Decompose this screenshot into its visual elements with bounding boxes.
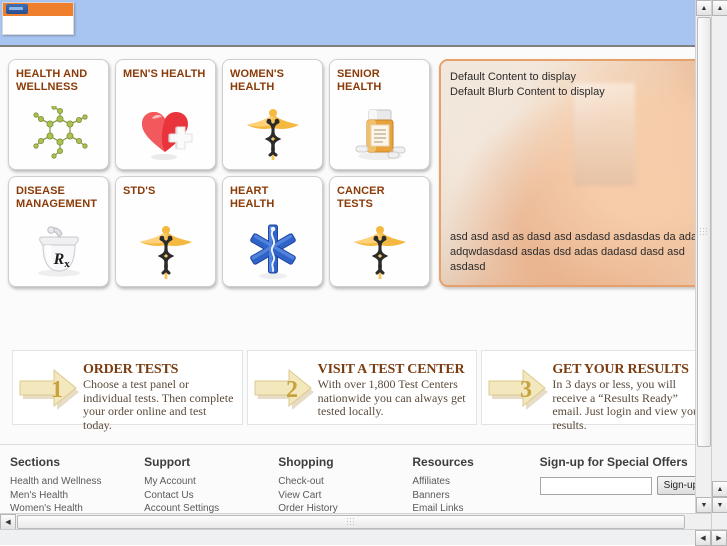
step-body: VISIT A TEST CENTER With over 1,800 Test… [318,357,471,419]
tile-womens-health[interactable]: WOMEN'S HEALTH [222,59,323,170]
step-get-results[interactable]: 3 GET YOUR RESULTS In 3 days or less, yo… [481,350,711,425]
window-horizontal-scrollbar[interactable]: ◀ ▶ [0,529,727,545]
tile-title: DISEASE MANAGEMENT [16,185,101,211]
step-arrow-icon: 1 [17,357,83,416]
logo-white-area [3,16,73,35]
footer-link[interactable]: Health and Wellness [10,475,144,489]
footer-link[interactable]: Men's Health [10,489,144,503]
tile-title: MEN'S HEALTH [123,68,208,81]
vertical-scroll-thumb[interactable] [697,17,711,447]
tile-cancer-tests[interactable]: CANCER TESTS [329,176,430,287]
browser-viewport: HEALTH AND WELLNESS [0,0,711,529]
signup-title: Sign-up for Special Offers [540,455,711,469]
scroll-grip-icon [699,227,709,237]
molecule-icon [9,103,108,165]
promo-line-1: Default Content to display [450,70,605,85]
scroll-left-button[interactable]: ◀ [0,514,16,529]
tile-title: HEALTH AND WELLNESS [16,68,101,94]
tile-disease-management[interactable]: DISEASE MANAGEMENT R x [8,176,109,287]
window-vertical-scrollbar[interactable]: ▲ ▲ ▼ [711,0,727,529]
promo-blurb-line-2: adqwdasdasd asdas dsd adas dadasd dasd a… [450,245,709,275]
step-title: GET YOUR RESULTS [552,362,705,377]
footer-divider [0,444,711,445]
pill-bottle-icon [330,103,429,165]
signup-row: Sign-up [540,476,711,495]
step-title: ORDER TESTS [83,362,236,377]
tile-senior-health[interactable]: SENIOR HEALTH [329,59,430,170]
page-horizontal-scrollbar[interactable]: ◀ [0,513,711,529]
window-scroll-right-button[interactable]: ▶ [711,530,727,546]
tile-heart-health[interactable]: HEART HEALTH [222,176,323,287]
tile-title: HEART HEALTH [230,185,315,211]
caduceus-icon [223,103,322,165]
step-number: 2 [286,377,298,403]
tile-title: STD'S [123,185,208,198]
step-number: 1 [51,377,63,403]
footer-link[interactable]: View Cart [278,489,412,503]
tile-health-and-wellness[interactable]: HEALTH AND WELLNESS [8,59,109,170]
signup-email-input[interactable] [540,477,652,495]
footer-column-title: Shopping [278,455,412,469]
footer-link[interactable]: My Account [144,475,278,489]
tile-row-1: HEALTH AND WELLNESS [8,59,432,170]
footer-link[interactable]: Affiliates [412,475,539,489]
promo-blurb: asd asd asd as dasd asd asdasd asdasdas … [450,230,709,275]
site-header [0,0,711,47]
step-order-tests[interactable]: 1 ORDER TESTS Choose a test panel or ind… [12,350,243,425]
tile-title: WOMEN'S HEALTH [230,68,315,94]
tile-stds[interactable]: STD'S [115,176,216,287]
category-tiles: HEALTH AND WELLNESS [8,59,432,293]
tile-title: CANCER TESTS [337,185,422,211]
window-scroll-up-button[interactable]: ▲ [712,0,727,16]
caduceus-icon [116,220,215,282]
step-description: With over 1,800 Test Centers nationwide … [318,378,471,419]
promo-panel[interactable]: Default Content to display Default Blurb… [439,59,711,287]
svg-text:x: x [64,258,70,270]
footer-column-title: Support [144,455,278,469]
step-description: In 3 days or less, you will receive a “R… [552,378,705,432]
tile-mens-health[interactable]: MEN'S HEALTH [115,59,216,170]
tile-title: SENIOR HEALTH [337,68,422,94]
footer-link[interactable]: Check-out [278,475,412,489]
promo-default-content: Default Content to display Default Blurb… [450,70,605,100]
step-visit-test-center[interactable]: 2 VISIT A TEST CENTER With over 1,800 Te… [247,350,478,425]
footer-column-title: Resources [412,455,539,469]
scroll-grip-icon [346,517,356,527]
horizontal-scroll-thumb[interactable] [17,515,685,529]
svg-text:R: R [52,251,64,268]
footer-column-title: Sections [10,455,144,469]
step-arrow-icon: 3 [486,357,552,416]
caduceus-icon [330,220,429,282]
footer-link[interactable]: Contact Us [144,489,278,503]
step-body: ORDER TESTS Choose a test panel or indiv… [83,357,236,432]
step-arrow-icon: 2 [252,357,318,416]
scroll-up-button[interactable]: ▲ [696,0,711,16]
footer-link[interactable]: Banners [412,489,539,503]
step-title: VISIT A TEST CENTER [318,362,471,377]
mortar-pestle-rx-icon: R x [9,220,108,282]
tile-row-2: DISEASE MANAGEMENT R x [8,176,432,287]
promo-blurb-line-1: asd asd asd as dasd asd asdasd asdasdas … [450,230,709,245]
logo-mark-icon [6,4,28,14]
star-of-life-icon [223,220,322,282]
page-content: HEALTH AND WELLNESS [0,47,711,529]
window-scroll-down-button[interactable]: ▼ [712,497,727,513]
step-body: GET YOUR RESULTS In 3 days or less, you … [552,357,705,432]
window-scroll-up-2-button[interactable]: ▲ [712,481,727,497]
page-vertical-scrollbar[interactable]: ▲ ▼ [695,0,711,529]
step-description: Choose a test panel or individual tests.… [83,378,236,432]
scroll-down-button[interactable]: ▼ [696,497,711,513]
heart-cross-icon [116,103,215,165]
site-logo[interactable] [2,2,74,35]
promo-line-2: Default Blurb Content to display [450,85,605,100]
step-number: 3 [520,377,532,403]
logo-orange-bar [3,3,73,16]
window-scroll-left-button[interactable]: ◀ [695,530,711,546]
how-it-works-steps: 1 ORDER TESTS Choose a test panel or ind… [12,350,711,425]
